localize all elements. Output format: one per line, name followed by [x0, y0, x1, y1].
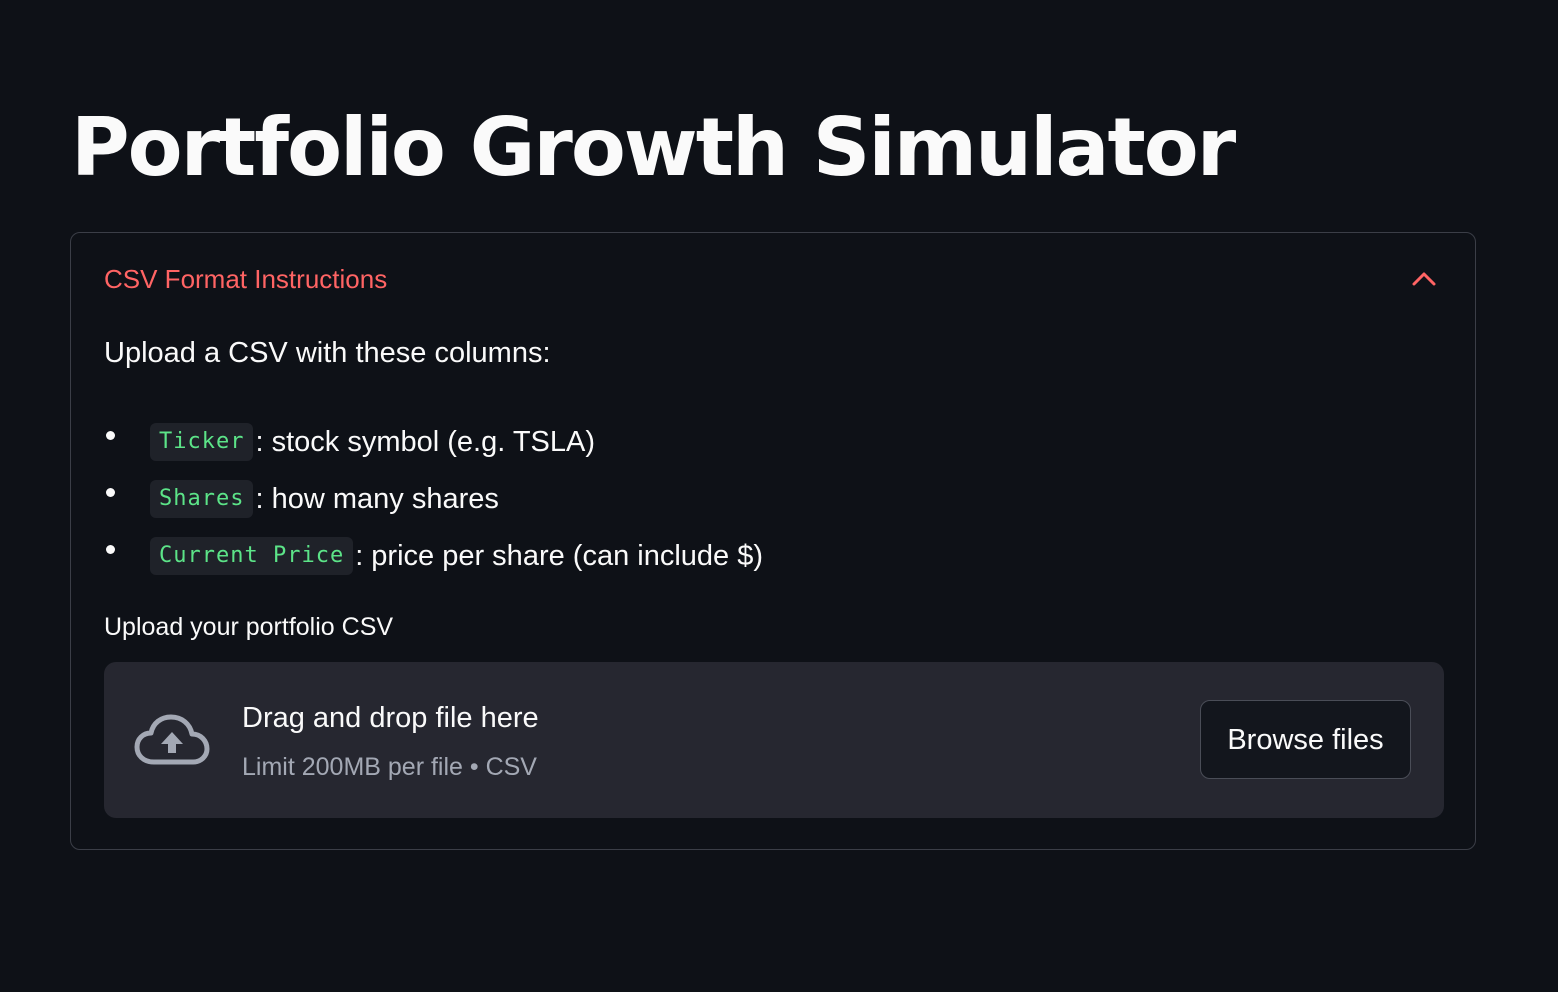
drag-drop-text: Drag and drop file here [242, 702, 539, 734]
column-description: : stock symbol (e.g. TSLA) [255, 425, 596, 458]
column-code-shares: Shares [150, 479, 254, 518]
column-code-ticker: Ticker [150, 422, 254, 461]
expander-header[interactable]: CSV Format Instructions [71, 233, 1475, 325]
list-item: Current Price : price per share (can inc… [104, 527, 763, 584]
columns-list: Ticker : stock symbol (e.g. TSLA) Shares… [104, 413, 763, 584]
cloud-upload-icon [134, 714, 210, 765]
page-title: Portfolio Growth Simulator [71, 101, 1236, 194]
app-page: Portfolio Growth Simulator CSV Format In… [0, 0, 1558, 992]
file-dropzone[interactable]: Drag and drop file here Limit 200MB per … [104, 662, 1444, 818]
uploader-label: Upload your portfolio CSV [104, 613, 394, 641]
instructions-intro: Upload a CSV with these columns: [104, 337, 551, 369]
column-code-current-price: Current Price [150, 536, 354, 575]
list-item: Shares : how many shares [104, 470, 763, 527]
bullet-icon [106, 545, 115, 554]
csv-instructions-expander: CSV Format Instructions Upload a CSV wit… [70, 232, 1476, 850]
chevron-up-icon[interactable] [1411, 269, 1437, 287]
column-description: : price per share (can include $) [355, 539, 763, 572]
browse-files-button[interactable]: Browse files [1200, 700, 1411, 779]
bullet-icon [106, 431, 115, 440]
expander-title: CSV Format Instructions [104, 264, 388, 294]
file-limit-text: Limit 200MB per file • CSV [242, 753, 537, 781]
column-description: : how many shares [255, 482, 499, 515]
bullet-icon [106, 488, 115, 497]
list-item: Ticker : stock symbol (e.g. TSLA) [104, 413, 763, 470]
